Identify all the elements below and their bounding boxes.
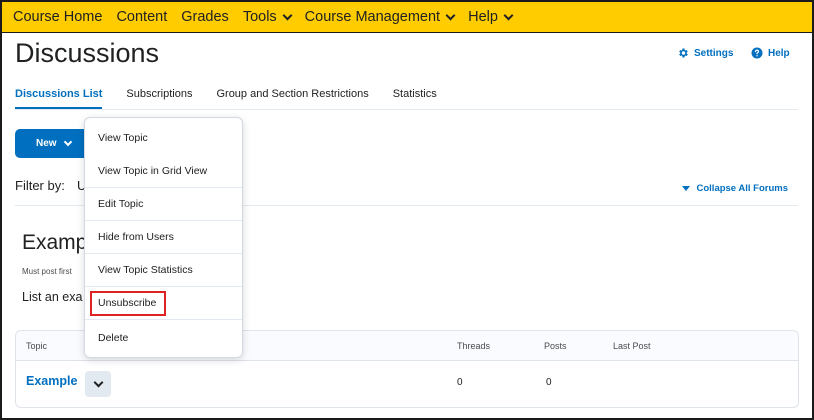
nav-course-home-label: Course Home bbox=[13, 9, 103, 25]
page-title: Discussions bbox=[15, 38, 160, 68]
chevron-down-icon bbox=[63, 137, 72, 147]
collapse-all-forums-link[interactable]: Collapse All Forums bbox=[681, 183, 789, 194]
tab-discussions-list[interactable]: Discussions List bbox=[15, 88, 103, 110]
forum-note: Must post first bbox=[22, 267, 72, 276]
nav-grades[interactable]: Grades bbox=[181, 9, 229, 25]
help-link[interactable]: Help bbox=[751, 47, 790, 59]
collapse-all-forums-label: Collapse All Forums bbox=[696, 183, 789, 194]
tab-bar: Discussions List Subscriptions Group and… bbox=[15, 88, 461, 110]
menu-item-edit-topic[interactable]: Edit Topic bbox=[85, 187, 242, 220]
top-navbar: Course Home Content Grades Tools Course … bbox=[2, 2, 812, 33]
nav-course-home[interactable]: Course Home bbox=[13, 9, 102, 25]
nav-help-label: Help bbox=[468, 9, 498, 25]
settings-label: Settings bbox=[694, 47, 734, 59]
tab-statistics[interactable]: Statistics bbox=[393, 88, 437, 110]
col-header-posts: Posts bbox=[544, 341, 567, 351]
topic-context-menu-button[interactable] bbox=[85, 371, 111, 397]
tabs-divider bbox=[15, 109, 798, 110]
help-label: Help bbox=[768, 47, 790, 59]
nav-course-management[interactable]: Course Management bbox=[304, 9, 456, 25]
gear-icon bbox=[679, 48, 688, 58]
settings-link[interactable]: Settings bbox=[677, 47, 733, 59]
col-header-last-post: Last Post bbox=[613, 341, 651, 351]
threads-count: 0 bbox=[457, 377, 463, 388]
menu-item-view-topic[interactable]: View Topic bbox=[85, 121, 242, 154]
col-header-threads: Threads bbox=[457, 341, 491, 351]
posts-count: 0 bbox=[546, 377, 552, 388]
nav-course-management-label: Course Management bbox=[304, 9, 441, 25]
chevron-down-icon bbox=[93, 377, 103, 387]
unsubscribe-highlight-box bbox=[90, 291, 166, 316]
menu-item-delete[interactable]: Delete bbox=[85, 321, 242, 354]
triangle-down-icon bbox=[681, 186, 690, 191]
col-header-topic: Topic bbox=[26, 341, 48, 351]
browser-frame: Course Home Content Grades Tools Course … bbox=[0, 0, 814, 420]
nav-tools[interactable]: Tools bbox=[242, 9, 293, 25]
chevron-down-icon bbox=[445, 10, 456, 20]
forum-description: List an exa bbox=[22, 290, 83, 304]
nav-grades-label: Grades bbox=[181, 9, 229, 25]
topic-context-menu: View Topic View Topic in Grid View Edit … bbox=[84, 117, 243, 358]
menu-divider bbox=[85, 319, 242, 320]
nav-content-label: Content bbox=[116, 9, 168, 25]
menu-item-hide-from-users[interactable]: Hide from Users bbox=[85, 220, 242, 253]
tab-group-section-restrictions[interactable]: Group and Section Restrictions bbox=[216, 88, 368, 110]
topic-link[interactable]: Example bbox=[26, 374, 77, 388]
nav-content[interactable]: Content bbox=[116, 9, 167, 25]
new-button-label: New bbox=[36, 138, 57, 149]
forum-title[interactable]: Exampl bbox=[22, 231, 92, 255]
question-circle-icon bbox=[751, 47, 763, 59]
menu-item-view-topic-statistics[interactable]: View Topic Statistics bbox=[85, 253, 242, 286]
nav-tools-label: Tools bbox=[242, 9, 277, 25]
tab-subscriptions[interactable]: Subscriptions bbox=[126, 88, 192, 110]
chevron-down-icon bbox=[282, 10, 293, 20]
chevron-down-icon bbox=[503, 10, 514, 20]
nav-help[interactable]: Help bbox=[468, 9, 514, 25]
filter-label: Filter by: bbox=[15, 178, 65, 193]
menu-item-view-topic-grid[interactable]: View Topic in Grid View bbox=[85, 154, 242, 187]
